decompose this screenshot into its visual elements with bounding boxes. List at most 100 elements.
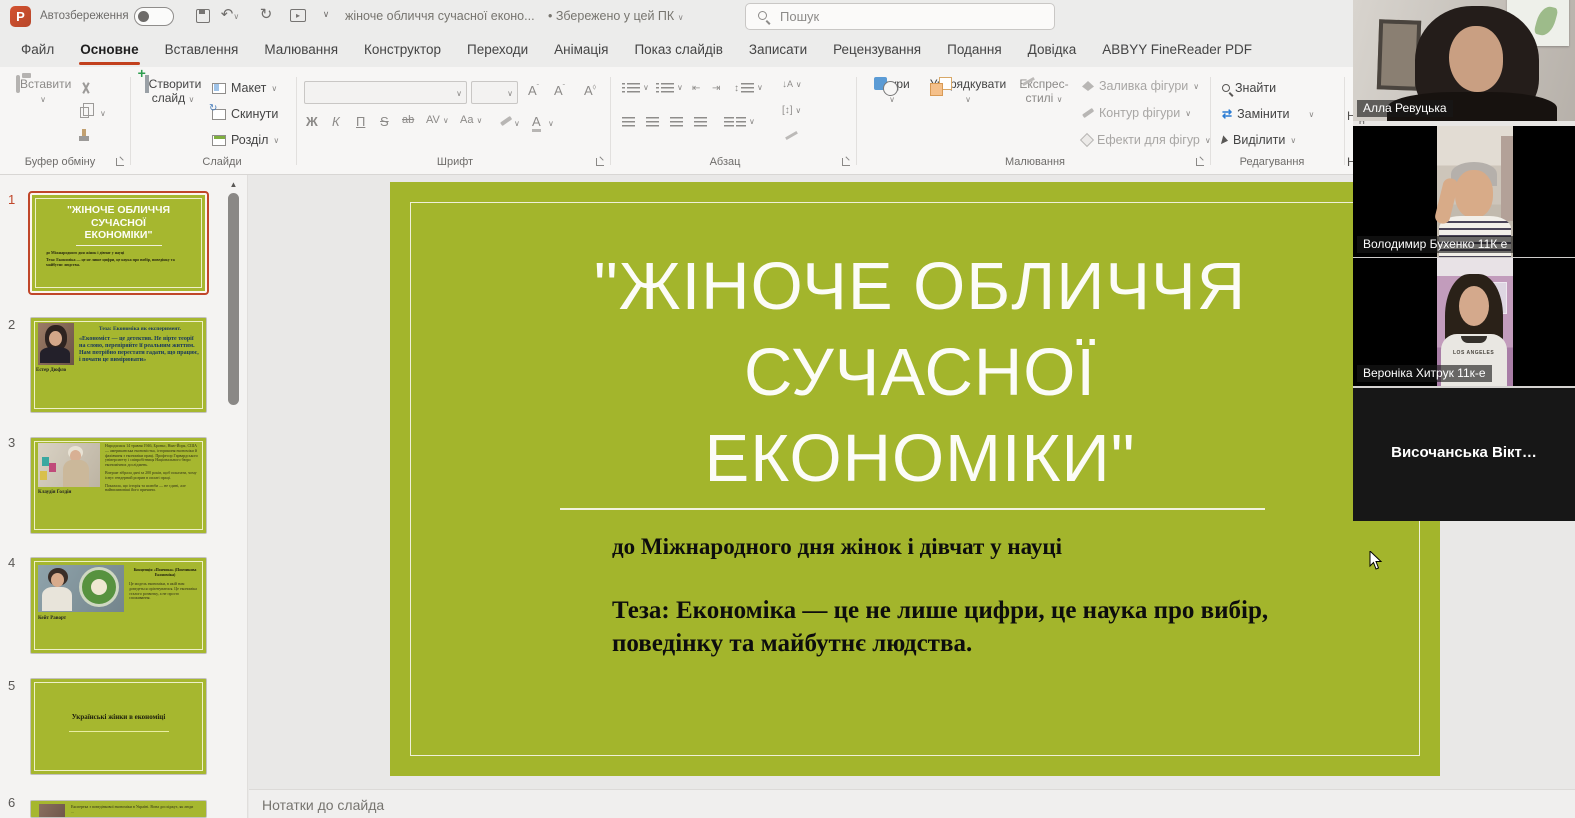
tab-animations[interactable]: Анімація xyxy=(541,34,621,67)
video-call-panel: Алла Ревуцька Н Володимир Бухенко 11К е xyxy=(1353,0,1575,521)
tab-transitions[interactable]: Переходи xyxy=(454,34,541,67)
video-tile-1[interactable]: Алла Ревуцька xyxy=(1353,0,1575,121)
shape-effects-button[interactable]: Ефекти для фігур∨ xyxy=(1082,133,1211,147)
video-tile-4-camera-off[interactable]: Височанська Вікт… xyxy=(1353,388,1575,521)
video-tile-3[interactable]: LOS ANGELES Вероніка Хитрук 11к-е xyxy=(1353,258,1575,386)
align-text-button[interactable]: [↕] ∨ xyxy=(782,105,801,116)
tab-review[interactable]: Рецензування xyxy=(820,34,934,67)
thumb3-photo xyxy=(38,443,100,487)
find-button[interactable]: Знайти xyxy=(1222,81,1276,95)
line-spacing-button[interactable]: ↕∨ xyxy=(734,83,763,94)
find-icon xyxy=(1222,84,1230,92)
font-color-button[interactable]: A xyxy=(532,114,541,132)
participant-name-label: Височанська Вікт… xyxy=(1353,444,1575,461)
shrink-font-button[interactable]: Aˇ xyxy=(554,83,565,98)
autosave-toggle[interactable] xyxy=(134,7,174,26)
drawing-dialog-launcher[interactable] xyxy=(1196,158,1204,166)
strikethrough-button[interactable]: S xyxy=(380,114,389,129)
slide-thumbnail-3[interactable]: Клаудія Ґолдін Народилася 14 травня 1946… xyxy=(30,437,207,534)
change-case-button[interactable]: Aa ∨ xyxy=(460,114,482,126)
italic-button[interactable]: К xyxy=(332,114,340,129)
copy-icon[interactable] xyxy=(80,107,89,118)
ribbon-separator xyxy=(130,77,131,165)
tab-slideshow[interactable]: Показ слайдів xyxy=(621,34,735,67)
justify-icon[interactable] xyxy=(694,117,707,127)
layout-button[interactable]: Макет∨ xyxy=(212,81,277,95)
double-strike-icon[interactable]: ab xyxy=(402,114,414,126)
shape-fill-icon xyxy=(1082,81,1094,91)
format-painter-icon[interactable] xyxy=(82,129,86,136)
font-dialog-launcher[interactable] xyxy=(596,158,604,166)
tab-insert[interactable]: Вставлення xyxy=(152,34,252,67)
slide-thumbnail-6[interactable]: Експертка з поведінкової економіки в Укр… xyxy=(30,800,207,818)
doughnut-economics-diagram xyxy=(82,570,116,604)
slide-thumbnail-1[interactable]: "ЖІНОЧЕ ОБЛИЧЧЯСУЧАСНОЇЕКОНОМІКИ" до Між… xyxy=(28,191,209,295)
notes-pane[interactable]: Нотатки до слайда xyxy=(249,789,1575,818)
paragraph-dialog-launcher[interactable] xyxy=(842,158,850,166)
tab-draw[interactable]: Малювання xyxy=(251,34,351,67)
save-icon[interactable] xyxy=(196,9,210,23)
tab-abbyy[interactable]: ABBYY FineReader PDF xyxy=(1089,34,1265,67)
tab-file[interactable]: Файл xyxy=(8,34,67,67)
group-label-drawing: Малювання xyxy=(950,156,1120,168)
undo-button[interactable]: ↶∨ xyxy=(220,5,240,23)
powerpoint-logo-icon[interactable]: P xyxy=(10,6,31,27)
font-name-combo[interactable]: ∨ xyxy=(304,81,467,104)
replace-button[interactable]: ⇄Замінити∨ xyxy=(1222,107,1314,121)
save-status[interactable]: • Збережено у цей ПК ∨ xyxy=(548,9,684,23)
select-button[interactable]: Виділити∨ xyxy=(1222,133,1296,147)
tab-help[interactable]: Довідка xyxy=(1015,34,1090,67)
underline-button[interactable]: П xyxy=(356,114,365,129)
new-slide-button[interactable]: Створити слайд ∨ xyxy=(142,77,204,105)
arrange-button[interactable]: Упорядкувати∨ xyxy=(922,77,1014,105)
slide-subtitle-1[interactable]: до Міжнародного дня жінок і дівчат у нау… xyxy=(612,534,1062,560)
shape-outline-button[interactable]: Контур фігури∨ xyxy=(1082,106,1191,120)
thumbnails-scroll-up-icon[interactable]: ▲ xyxy=(227,179,240,191)
increase-indent-icon[interactable]: ⇥ xyxy=(712,83,720,94)
reset-button[interactable]: Скинути xyxy=(212,107,278,121)
bold-button[interactable]: Ж xyxy=(306,114,318,129)
slide-title-textbox[interactable]: "ЖІНОЧЕ ОБЛИЧЧЯ СУЧАСНОЇ ЕКОНОМІКИ" xyxy=(480,244,1360,502)
align-right-icon[interactable] xyxy=(670,117,683,127)
paste-button[interactable]: Вставити∨ xyxy=(16,77,70,105)
numbering-button[interactable]: ∨ xyxy=(656,83,683,93)
align-left-icon[interactable] xyxy=(622,117,635,127)
tab-home[interactable]: Основне xyxy=(67,34,151,67)
cut-icon[interactable] xyxy=(80,82,92,94)
copy-dropdown-icon[interactable]: ∨ xyxy=(100,109,106,118)
shapes-button[interactable]: Фігури∨ xyxy=(866,77,918,105)
quick-styles-button[interactable]: Експрес-стилі ∨ xyxy=(1016,77,1072,105)
grow-font-button[interactable]: Aˆ xyxy=(528,83,539,98)
tab-design[interactable]: Конструктор xyxy=(351,34,454,67)
quick-access-overflow-icon[interactable]: ∨ xyxy=(316,9,336,20)
title-underline xyxy=(560,508,1265,510)
redo-button[interactable]: ↻ xyxy=(256,5,276,23)
tab-record[interactable]: Записати xyxy=(736,34,820,67)
start-presentation-icon[interactable]: ▸ xyxy=(290,9,306,22)
video-tile-2[interactable]: Володимир Бухенко 11К е xyxy=(1353,126,1575,257)
slide-thumbnail-2[interactable]: Естер Дюфло Теза: Економіка як експериме… xyxy=(30,317,207,413)
slide-subtitle-2[interactable]: Теза: Економіка — це не лише цифри, це н… xyxy=(612,594,1324,660)
highlight-dropdown-icon[interactable]: ∨ xyxy=(514,119,520,128)
slide-thumbnail-5[interactable]: Українські жінки в економіці xyxy=(30,678,207,775)
shape-fill-button[interactable]: Заливка фігури∨ xyxy=(1082,79,1199,93)
columns-button[interactable]: ∨ xyxy=(724,117,755,127)
slide-canvas[interactable]: "ЖІНОЧЕ ОБЛИЧЧЯ СУЧАСНОЇ ЕКОНОМІКИ" до М… xyxy=(390,182,1440,776)
tab-view[interactable]: Подання xyxy=(934,34,1015,67)
bullets-button[interactable]: ∨ xyxy=(622,83,649,93)
search-placeholder: Пошук xyxy=(780,9,819,24)
highlight-pen-icon[interactable] xyxy=(500,116,512,126)
thumbnails-scrollbar[interactable] xyxy=(228,193,239,405)
clipboard-dialog-launcher[interactable] xyxy=(116,158,124,166)
align-center-icon[interactable] xyxy=(646,117,659,127)
decrease-indent-icon[interactable]: ⇤ xyxy=(692,83,700,94)
character-spacing-button[interactable]: AV ∨ xyxy=(426,114,449,126)
slide-thumbnail-4[interactable]: Кейт Раворт Концепція «Пончика» (Пончико… xyxy=(30,557,207,654)
font-color-dropdown-icon[interactable]: ∨ xyxy=(548,119,554,128)
search-input[interactable]: Пошук xyxy=(745,3,1055,30)
group-label-editing: Редагування xyxy=(1212,156,1332,168)
text-direction-button[interactable]: ↓A ∨ xyxy=(782,79,802,90)
font-size-combo[interactable]: ∨ xyxy=(471,81,518,104)
section-button[interactable]: Розділ∨ xyxy=(212,133,279,147)
clear-formatting-button[interactable]: A◊ xyxy=(584,83,596,98)
